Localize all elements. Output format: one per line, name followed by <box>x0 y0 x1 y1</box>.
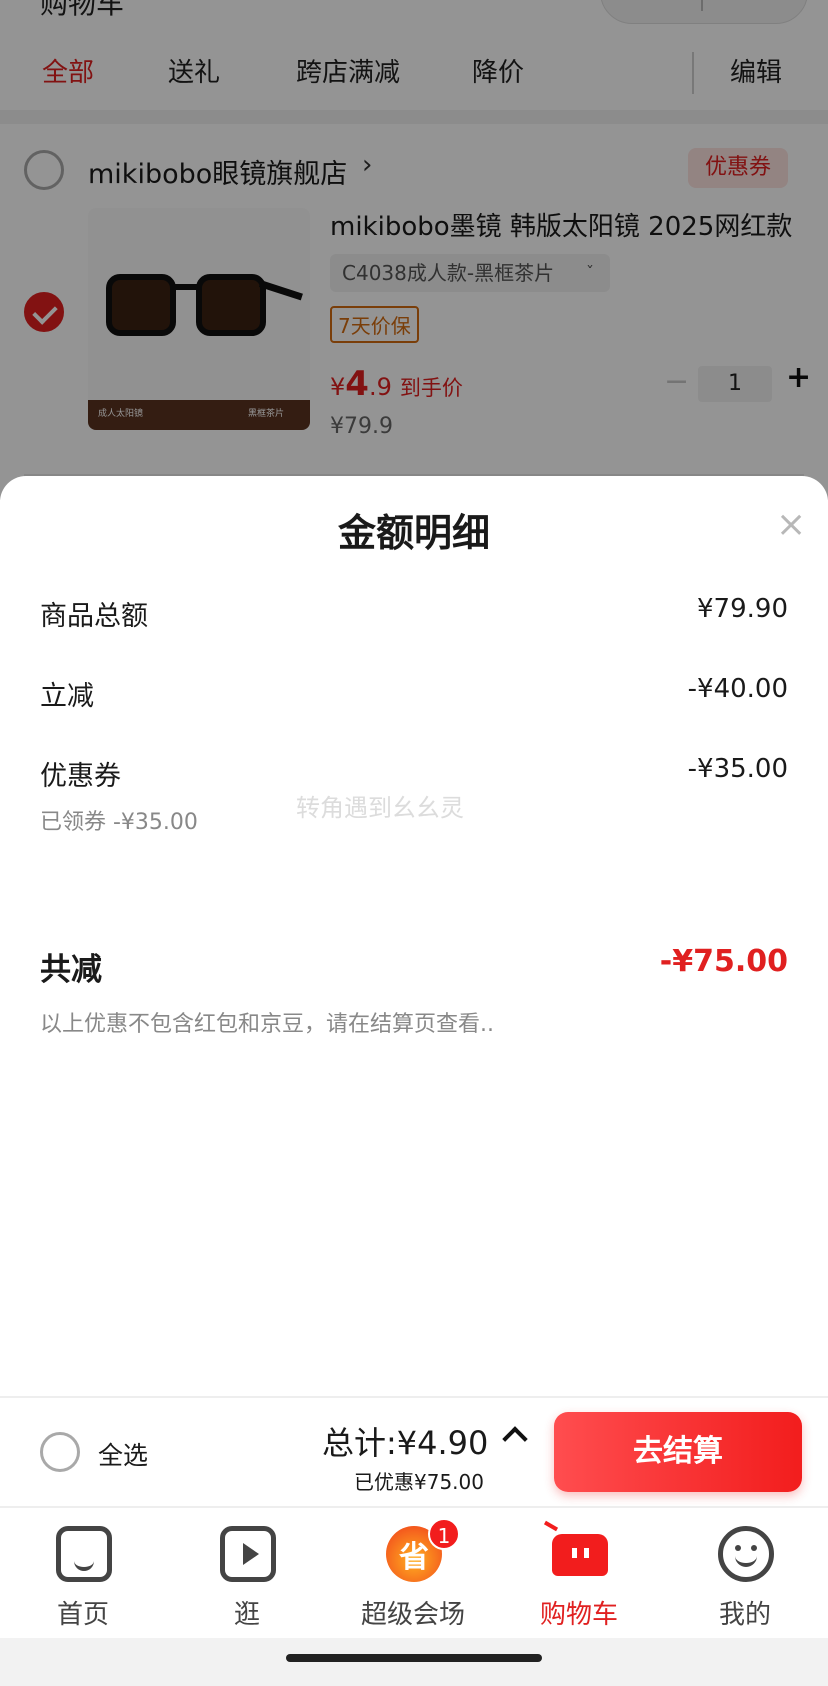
home-indicator[interactable] <box>286 1654 542 1662</box>
coupon-label: 优惠券 <box>40 761 121 792</box>
cart-savings: 已优惠¥75.00 <box>354 1470 484 1494</box>
play-icon <box>220 1526 276 1582</box>
discount-note: 以上优惠不包含红包和京豆，请在结算页查看.. <box>40 1012 494 1037</box>
home-icon <box>56 1526 112 1582</box>
tab-profile-label: 我的 <box>718 1600 771 1630</box>
profile-icon <box>718 1526 774 1582</box>
amount-detail-sheet: 金额明细 × 商品总额 ¥79.90 立减 -¥40.00 优惠券 -¥35.0… <box>0 476 828 1396</box>
total-discount-value: -¥75.00 <box>659 944 788 979</box>
select-all-label[interactable]: 全选 <box>98 1436 148 1472</box>
tab-profile[interactable]: 我的 <box>670 1520 820 1630</box>
sheet-title: 金额明细 <box>337 511 490 555</box>
subtotal-label: 商品总额 <box>40 601 148 632</box>
checkout-button[interactable]: 去结算 <box>554 1412 802 1492</box>
tab-browse[interactable]: 逛 <box>172 1520 322 1630</box>
checkout-bar: 全选 总计:¥4.90 已优惠¥75.00 去结算 <box>0 1396 828 1506</box>
modal-backdrop[interactable] <box>0 0 828 500</box>
instant-discount-value: -¥40.00 <box>687 674 788 704</box>
tab-home[interactable]: 首页 <box>8 1520 158 1630</box>
tab-home-label: 首页 <box>56 1600 109 1630</box>
chevron-up-icon[interactable] <box>502 1426 528 1452</box>
coupon-claimed-note: 已领券 -¥35.00 <box>40 810 198 835</box>
cart-total: 总计:¥4.90 <box>322 1424 489 1462</box>
tab-super-venue[interactable]: 省 1 超级会场 <box>338 1518 488 1630</box>
tab-browse-label: 逛 <box>233 1600 260 1630</box>
subtotal-value: ¥79.90 <box>697 594 788 624</box>
close-icon[interactable]: × <box>776 504 806 545</box>
select-all-checkbox[interactable] <box>40 1432 80 1472</box>
notification-badge: 1 <box>428 1518 460 1550</box>
tab-cart[interactable]: 购物车 <box>504 1520 654 1630</box>
tab-super-venue-label: 超级会场 <box>360 1600 465 1630</box>
cart-icon <box>552 1534 608 1576</box>
watermark: 转角遇到幺幺灵 <box>296 794 464 822</box>
system-gesture-area <box>0 1638 828 1686</box>
total-discount-label: 共减 <box>40 952 102 988</box>
coupon-value: -¥35.00 <box>687 754 788 784</box>
instant-discount-label: 立减 <box>40 681 94 712</box>
bottom-tab-bar: 首页 逛 省 1 超级会场 购物车 我的 <box>0 1506 828 1638</box>
tab-cart-label: 购物车 <box>539 1600 618 1630</box>
